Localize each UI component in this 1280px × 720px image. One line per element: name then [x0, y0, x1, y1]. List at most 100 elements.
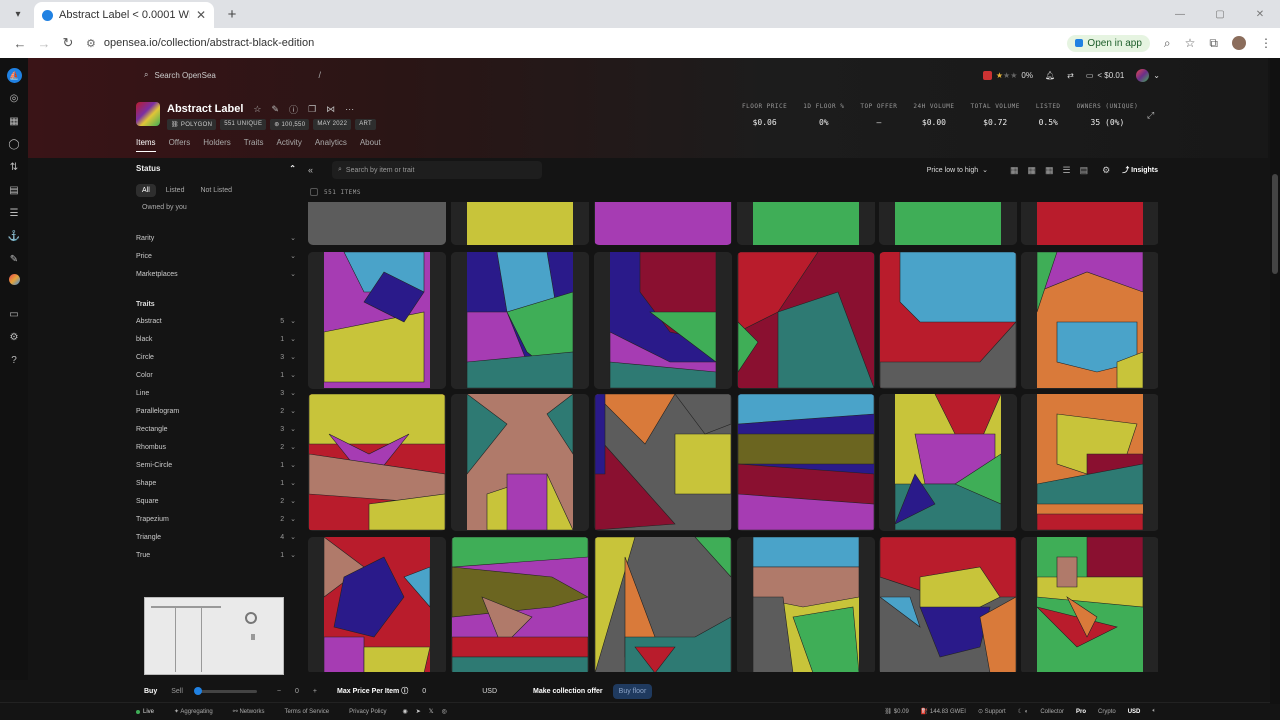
max-price-input[interactable]: 0 — [422, 688, 472, 695]
collections-icon[interactable]: ▦ — [6, 113, 22, 129]
expand-icon[interactable]: ⤢ — [1147, 110, 1154, 121]
nft-card[interactable] — [594, 394, 732, 531]
browser-tab[interactable]: Abstract Label < 0.0001 WETH ✕ — [34, 2, 214, 28]
address-bar[interactable]: ⚙ opensea.io/collection/abstract-black-e… — [86, 31, 1067, 55]
discord-icon[interactable]: ◉ — [403, 708, 408, 715]
tab-activity[interactable]: Activity — [276, 138, 301, 152]
nft-card[interactable] — [308, 537, 446, 672]
trait-filter-row[interactable]: Square 2 ⌄ — [136, 492, 296, 510]
nft-card[interactable] — [737, 394, 875, 531]
scrollbar-thumb[interactable] — [1272, 174, 1278, 274]
tab-search-icon[interactable]: ▾ — [6, 2, 30, 26]
back-icon[interactable]: ← — [8, 36, 32, 51]
trait-filter-row[interactable]: Abstract 5 ⌄ — [136, 312, 296, 330]
buy-floor-button[interactable]: Buy floor — [612, 683, 653, 699]
trait-filter-row[interactable]: Rhombus 2 ⌄ — [136, 438, 296, 456]
tab-items[interactable]: Items — [136, 138, 156, 152]
copy-icon[interactable]: ❐ — [308, 104, 316, 115]
trait-filter-row[interactable]: Rectangle 3 ⌄ — [136, 420, 296, 438]
small-grid-icon[interactable]: ▦ — [1045, 165, 1054, 176]
minus-icon[interactable]: − — [277, 688, 281, 695]
privacy-link[interactable]: Privacy Policy — [349, 709, 386, 715]
crypto-toggle[interactable]: Crypto — [1098, 709, 1116, 715]
trait-filter-row[interactable]: Triangle 4 ⌄ — [136, 528, 296, 546]
nft-card[interactable] — [594, 537, 732, 672]
networks-link[interactable]: ⚯ Networks — [233, 708, 265, 715]
trait-filter-row[interactable]: black 1 ⌄ — [136, 330, 296, 348]
sell-tab[interactable]: Sell — [171, 688, 183, 695]
filter-price[interactable]: Price ⌄ — [136, 247, 296, 265]
insights-button[interactable]: ⤴ Insights — [1122, 165, 1158, 175]
collapse-filters-icon[interactable]: « — [308, 165, 328, 175]
discover-icon[interactable]: ◎ — [6, 90, 22, 106]
status-not-listed[interactable]: Not Listed — [194, 184, 238, 197]
site-info-icon[interactable]: ⚙ — [86, 37, 96, 50]
make-collection-offer-button[interactable]: Make collection offer — [533, 688, 603, 695]
nft-card[interactable] — [879, 394, 1017, 531]
account-menu[interactable]: ⌄ — [1136, 68, 1160, 82]
create-icon[interactable]: ✎ — [6, 251, 22, 267]
nft-card[interactable] — [879, 537, 1017, 672]
usd-toggle[interactable]: USD — [1128, 709, 1141, 715]
nft-card[interactable] — [1021, 394, 1158, 531]
minimize-icon[interactable]: — — [1160, 0, 1200, 28]
zoom-icon[interactable]: ⌕ — [1164, 36, 1171, 51]
plus-icon[interactable]: + — [313, 688, 317, 695]
activity-icon[interactable]: ☰ — [6, 205, 22, 221]
tab-about[interactable]: About — [360, 138, 381, 152]
open-in-app-button[interactable]: Open in app — [1067, 34, 1150, 52]
share-icon[interactable]: ⋈ — [326, 104, 335, 115]
instagram-icon[interactable]: ◎ — [442, 708, 447, 715]
favorite-star-icon[interactable]: ☆ — [253, 104, 261, 115]
trait-filter-row[interactable]: Color 1 ⌄ — [136, 366, 296, 384]
trait-filter-row[interactable]: Line 3 ⌄ — [136, 384, 296, 402]
profile-avatar[interactable] — [1232, 36, 1246, 50]
collector-mode[interactable]: Collector — [1040, 709, 1064, 715]
telegram-icon[interactable]: ➤ — [416, 708, 421, 715]
filter-marketplaces[interactable]: Marketplaces ⌄ — [136, 265, 296, 283]
buy-tab[interactable]: Buy — [144, 688, 157, 695]
aggregating-link[interactable]: ✦ Aggregating — [174, 708, 213, 715]
terms-link[interactable]: Terms of Service — [284, 709, 329, 715]
settings-gear-icon[interactable]: ⚙ — [1102, 165, 1110, 176]
pro-mode[interactable]: Pro — [1076, 709, 1086, 715]
rating-pill[interactable]: ★★★ 0% — [982, 70, 1033, 80]
nft-card[interactable] — [737, 537, 875, 672]
status-header[interactable]: Status ⌃ — [136, 160, 296, 176]
nft-card[interactable] — [1021, 252, 1158, 389]
tab-traits[interactable]: Traits — [244, 138, 264, 152]
notifications-icon[interactable]: 🔔︎ — [1045, 71, 1055, 80]
tokens-icon[interactable]: ◯ — [6, 136, 22, 152]
sweep-slider[interactable] — [193, 686, 257, 695]
nft-card[interactable] — [594, 202, 732, 245]
nft-card[interactable] — [451, 252, 589, 389]
edit-icon[interactable]: ✎ — [272, 104, 280, 115]
rewards-icon[interactable]: ⚓ — [6, 228, 22, 244]
nft-card[interactable] — [594, 252, 732, 389]
settings-icon[interactable]: ⚙ — [6, 329, 22, 345]
drops-icon[interactable]: ▤ — [6, 182, 22, 198]
support-link[interactable]: ⊙ Support — [978, 708, 1006, 715]
reload-icon[interactable]: ↻ — [56, 35, 80, 51]
filter-rarity[interactable]: Rarity ⌄ — [136, 229, 296, 247]
nft-card[interactable] — [451, 202, 589, 245]
support-icon[interactable]: ▭ — [6, 306, 22, 322]
status-listed[interactable]: Listed — [160, 184, 191, 197]
status-all[interactable]: All — [136, 184, 156, 197]
trait-filter-row[interactable]: Shape 1 ⌄ — [136, 474, 296, 492]
volume-icon[interactable]: 🔈︎ — [1152, 708, 1156, 715]
bookmark-star-icon[interactable]: ☆ — [1185, 36, 1196, 50]
slider-handle[interactable] — [193, 686, 202, 695]
nft-card[interactable] — [451, 394, 589, 531]
trait-filter-row[interactable]: Semi-Circle 1 ⌄ — [136, 456, 296, 474]
forward-icon[interactable]: → — [32, 36, 56, 51]
help-icon[interactable]: ? — [6, 352, 22, 368]
more-icon[interactable]: ⋯ — [345, 104, 354, 115]
menu-icon[interactable]: ⋮ — [1260, 36, 1272, 50]
nft-card[interactable] — [737, 252, 875, 389]
trait-filter-row[interactable]: Circle 3 ⌄ — [136, 348, 296, 366]
video-preview[interactable] — [144, 597, 284, 675]
profile-icon[interactable] — [8, 274, 20, 285]
select-all-checkbox[interactable] — [310, 188, 318, 196]
nft-card[interactable] — [737, 202, 875, 245]
